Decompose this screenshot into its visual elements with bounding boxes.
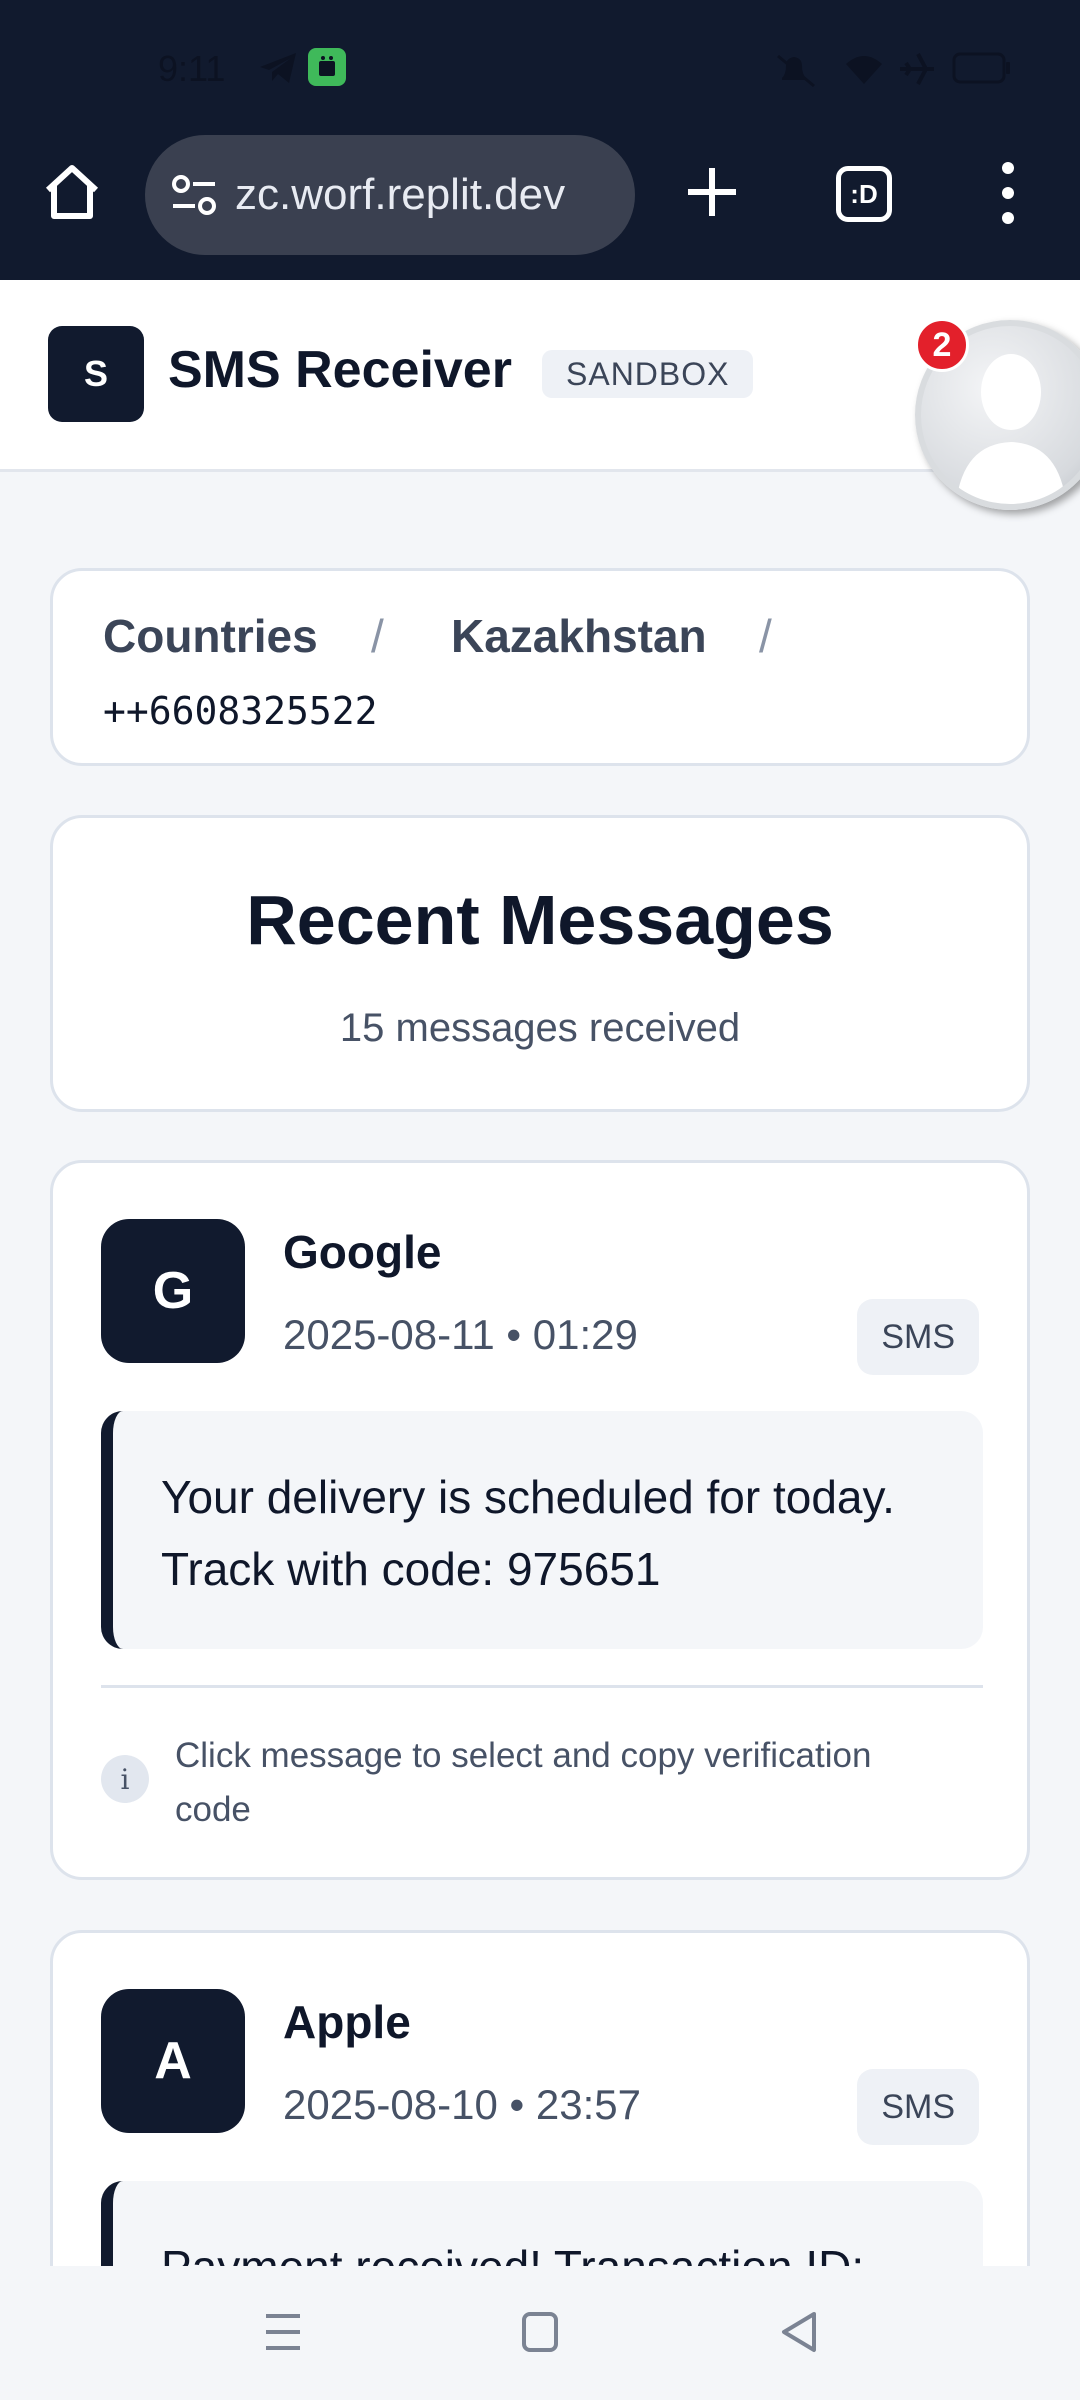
app-title[interactable]: SMS Receiver [168,340,512,400]
message-type-badge: SMS [857,1299,979,1375]
message-timestamp: 2025-08-10 • 23:57 [283,2081,641,2128]
message-card[interactable]: G Google 2025-08-11 • 01:29 SMS Your del… [50,1160,1030,1880]
divider [101,1685,983,1688]
message-body-line: Your delivery is scheduled for today. [161,1471,895,1523]
sender-name: Google [283,1226,442,1278]
message-type-badge: SMS [857,2069,979,2145]
page-title: Recent Messages [246,881,834,959]
sender-avatar: G [101,1219,245,1363]
breadcrumb-separator: / [371,610,384,662]
breadcrumb: Countries / Kazakhstan / ++6608325522 [50,568,1030,766]
app-logo[interactable]: S [48,326,144,422]
app-header: S SMS Receiver SANDBOX [0,280,1080,472]
tab-switcher-button[interactable]: :D [836,166,892,222]
sender-avatar: A [101,1989,245,2133]
new-tab-icon[interactable] [680,160,744,224]
browser-toolbar: zc.worf.replit.dev :D [0,130,1080,260]
sender-name: Apple [283,1996,411,2048]
url-bar[interactable]: zc.worf.replit.dev [145,135,635,255]
breadcrumb-phone-number: ++6608325522 [103,689,378,733]
more-menu-icon[interactable] [990,158,1026,228]
home-icon[interactable] [40,160,104,224]
telegram-icon [258,50,298,86]
breadcrumb-countries[interactable]: Countries [103,609,318,663]
recent-apps-icon[interactable] [262,2310,304,2359]
site-settings-icon[interactable] [169,169,221,221]
browser-chrome: 9:11 zc.worf.replit.dev:D [0,0,1080,280]
home-nav-icon[interactable] [520,2310,560,2359]
back-icon[interactable] [778,2310,820,2359]
airplane-icon [896,50,938,88]
status-time: 9:11 [158,48,226,89]
wifi-icon [844,52,884,86]
breadcrumb-kazakhstan[interactable]: Kazakhstan [451,609,707,663]
message-body-line: Track with code: 975651 [161,1543,661,1595]
url-text[interactable]: zc.worf.replit.dev [235,170,565,220]
message-body[interactable]: Your delivery is scheduled for today. Tr… [101,1411,983,1649]
info-icon: i [101,1755,149,1803]
copy-hint: Click message to select and copy verific… [175,1736,872,1829]
recent-messages-header: Recent Messages 15 messages received [50,815,1030,1112]
system-nav-bar [0,2266,1080,2400]
sandbox-badge: SANDBOX [542,350,754,398]
android-notification-icon [308,48,346,86]
message-count: 15 messages received [339,1006,741,1050]
mute-icon [774,52,822,88]
status-bar: 9:11 [0,0,1080,130]
battery-icon [952,52,1012,84]
notification-count-badge: 2 [915,318,969,372]
breadcrumb-separator: / [759,610,772,662]
message-timestamp: 2025-08-11 • 01:29 [283,1311,638,1358]
